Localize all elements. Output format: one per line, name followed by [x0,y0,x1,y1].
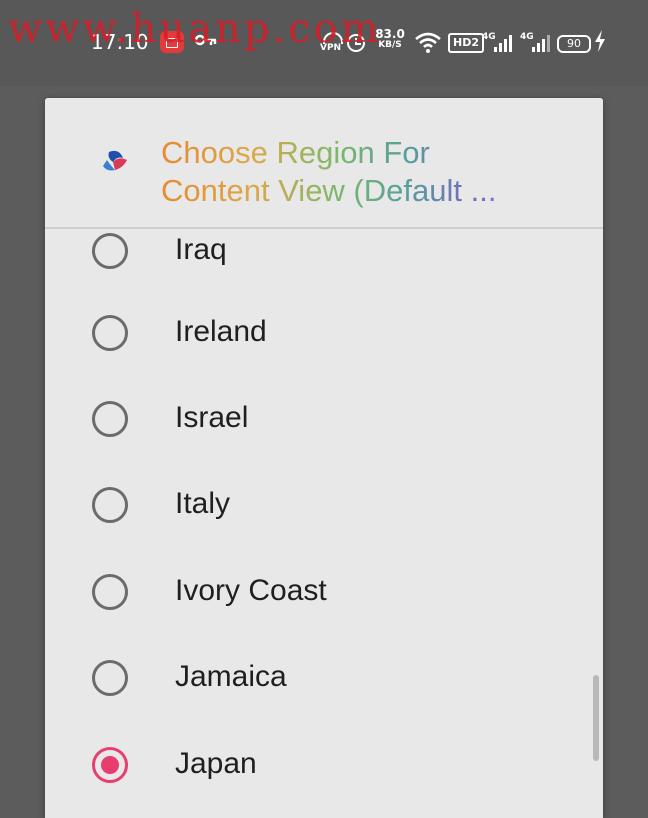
radio-button[interactable] [92,233,128,269]
dialog-header: Choose Region For Content View (Default … [45,98,603,229]
radio-button[interactable] [92,574,128,610]
region-option-jamaica[interactable]: Jamaica [45,642,585,712]
dialog-title-line-2: Content View (Default ... [161,173,497,208]
dialog-title: Choose Region For Content View (Default … [161,134,581,210]
region-dialog: Choose Region For Content View (Default … [45,98,603,818]
hd-icon: HD2 [448,33,484,53]
charging-icon [594,30,606,57]
radio-button[interactable] [92,315,128,351]
signal-icon: 4G [520,32,554,54]
region-option-label: Italy [175,487,231,520]
signal-icon: 4G [482,32,516,54]
battery-icon: 90 [557,35,591,53]
region-option-italy[interactable]: Italy [45,469,585,539]
region-option-iraq[interactable]: Iraq [45,215,585,285]
region-option-japan[interactable]: Japan [45,729,585,799]
watermark: www.huanp.com [8,6,382,52]
region-option-israel[interactable]: Israel [45,383,585,453]
radio-button[interactable] [92,660,128,696]
region-option-label: Japan [175,747,257,780]
radio-button[interactable] [92,487,128,523]
radio-button-selected[interactable] [92,747,128,783]
region-option-label: Jamaica [175,660,287,693]
region-option-label: Ivory Coast [175,574,327,607]
region-option-label: Iraq [175,233,227,266]
scrollbar[interactable] [593,675,599,761]
region-option-label: Ireland [175,315,267,348]
region-option-label: Israel [175,401,249,434]
region-option-ivory-coast[interactable]: Ivory Coast [45,556,585,626]
app-logo [89,148,145,188]
radio-button[interactable] [92,401,128,437]
dialog-title-line-1: Choose Region For [161,135,430,170]
status-bar: 17:10 VPN 83.0 KB/S HD2 4G 4G 90 www.hua… [0,0,648,86]
region-option-ireland[interactable]: Ireland [45,297,585,367]
wifi-icon [414,30,442,54]
